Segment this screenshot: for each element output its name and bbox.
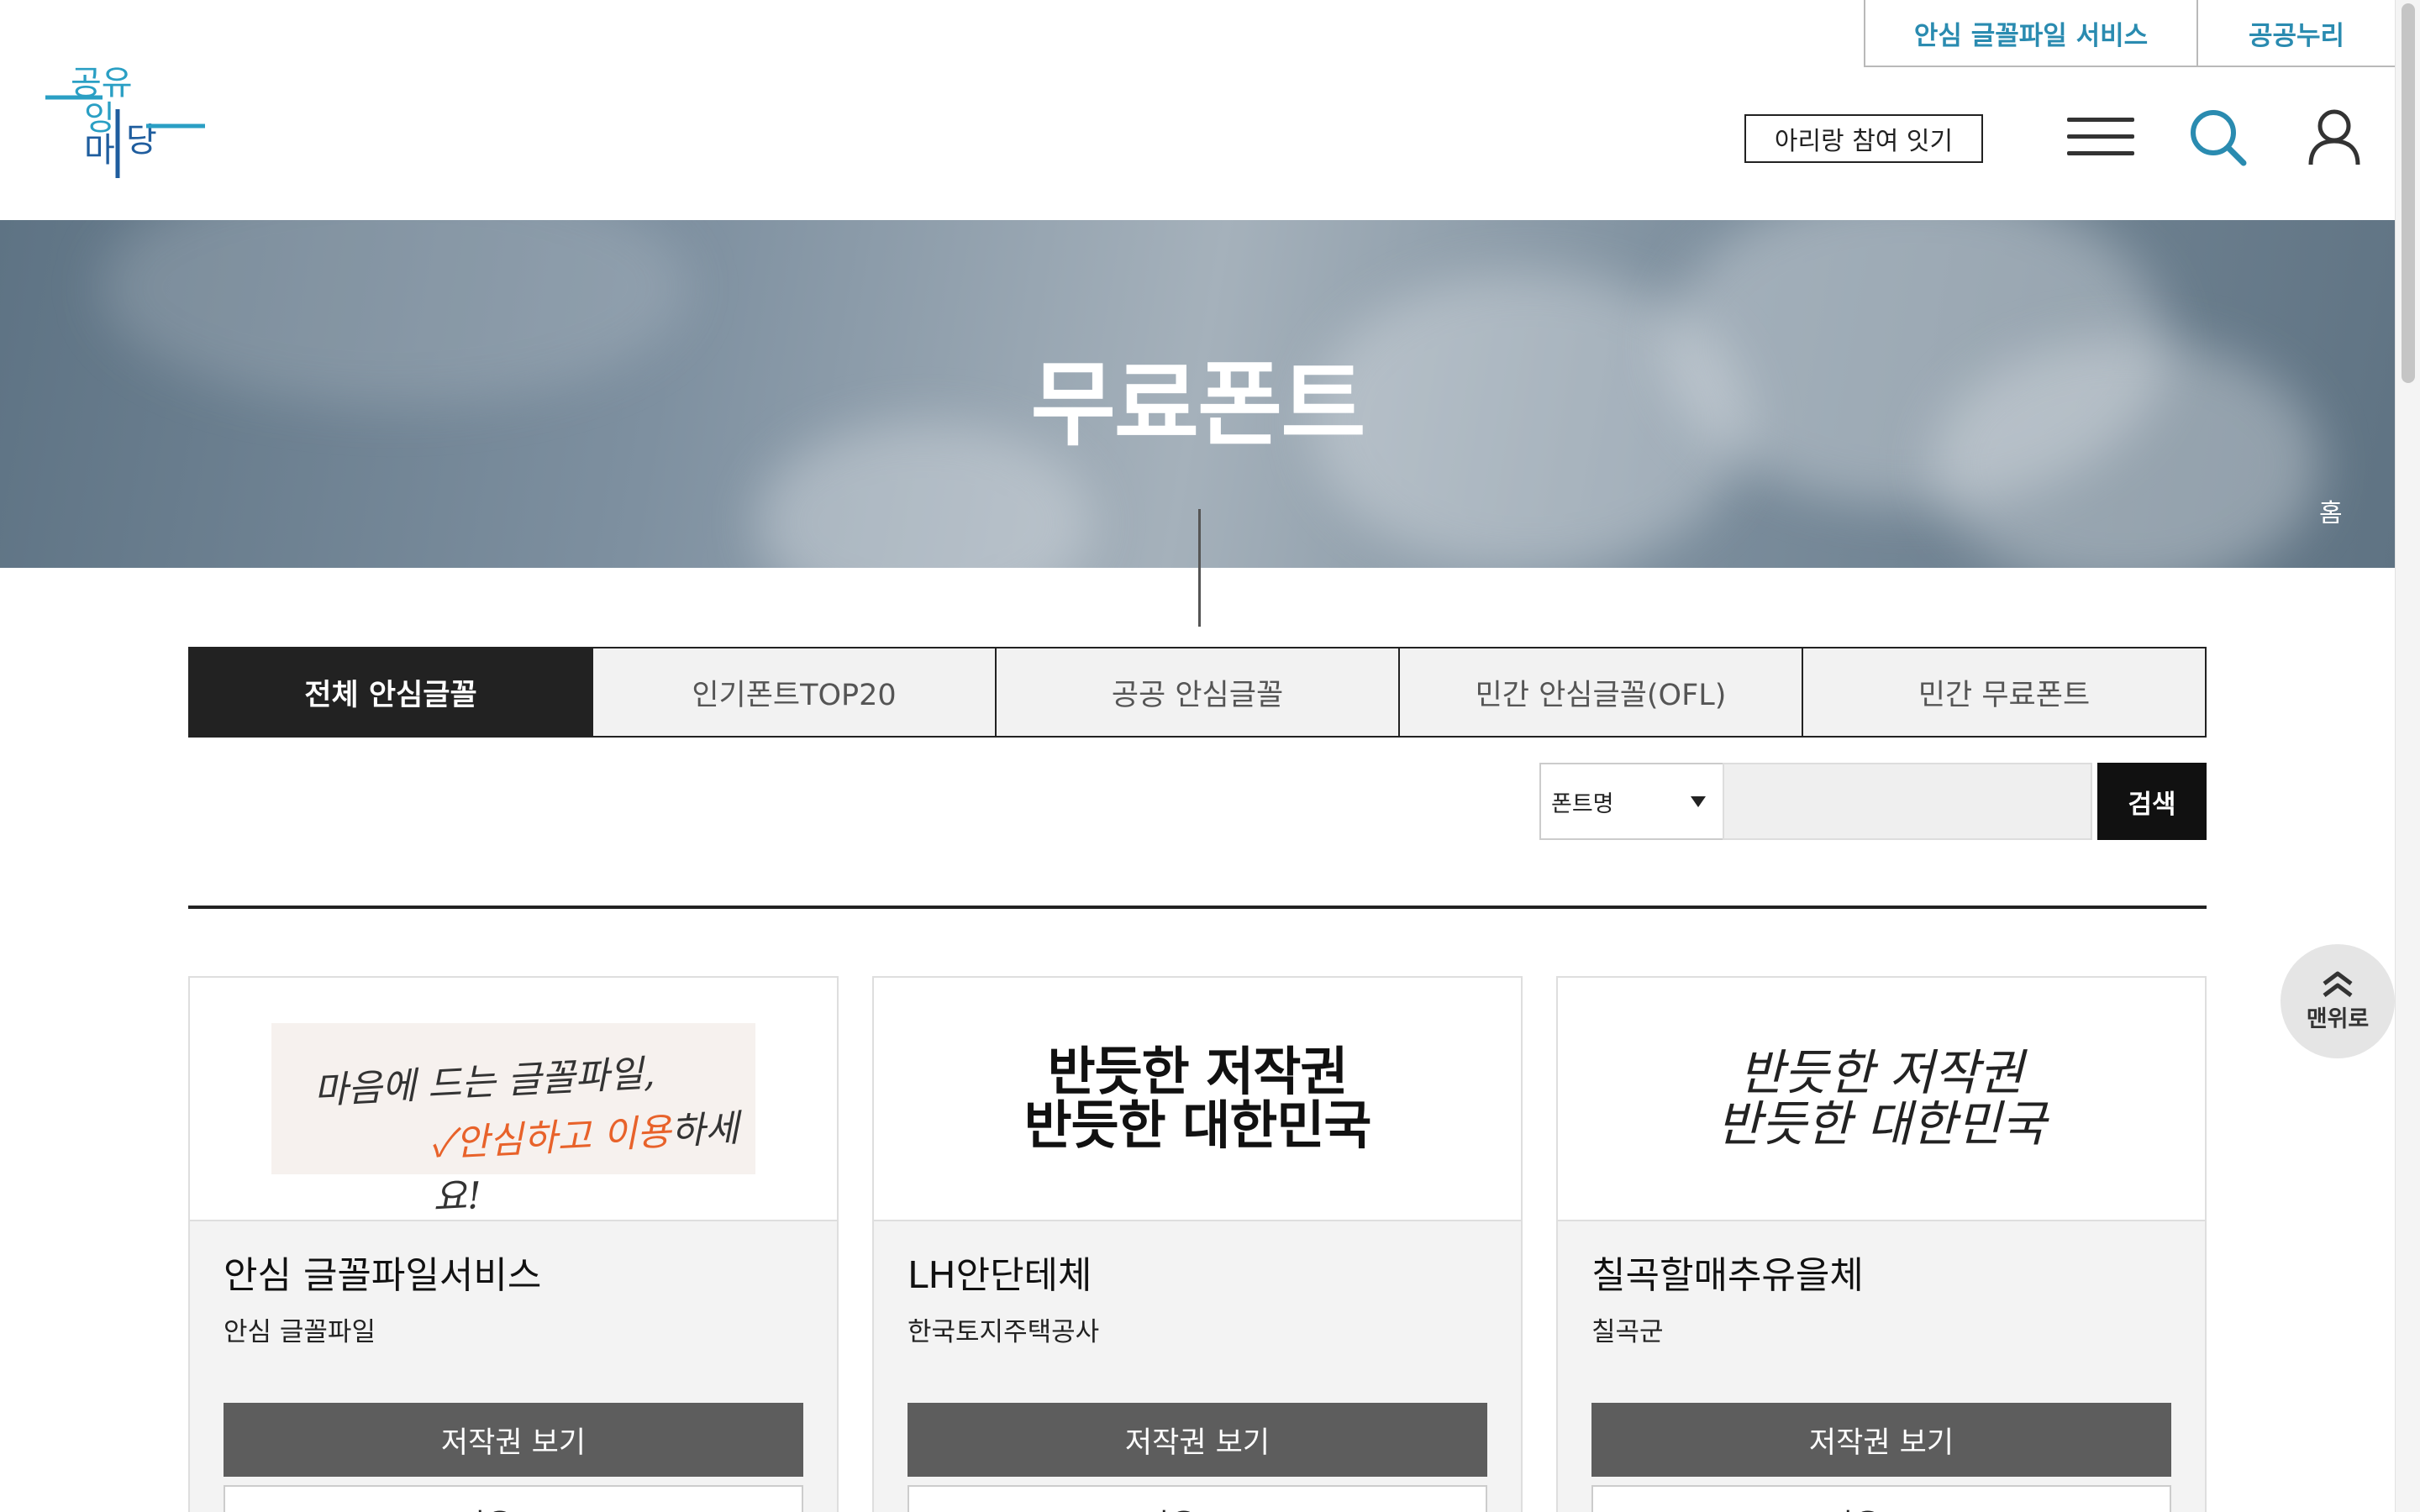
kogl-link[interactable]: 공공누리 (2198, 0, 2395, 66)
preview-line-1: 반듯한 저작권 (1047, 1040, 1349, 1102)
preview-line-2-accent: ✓안심하고 이용 (429, 1110, 672, 1167)
scrollbar-thumb[interactable] (2402, 3, 2415, 383)
site-logo[interactable]: 공유 잉 마 당 (45, 60, 205, 178)
font-preview: 반듯한 저작권 반듯한 대한민국 (1558, 978, 2205, 1221)
scrollbar[interactable] (2395, 0, 2420, 1512)
font-name[interactable]: LH안단테체 (908, 1245, 1092, 1299)
site-header: 공유 잉 마 당 안심 글꼴파일 서비스 공공누리 아리랑 참여 잇기 (0, 0, 2395, 220)
breadcrumb-home[interactable]: 홈 (2319, 492, 2343, 529)
tab-all-safe-fonts[interactable]: 전체 안심글꼴 (190, 648, 593, 736)
tab-public-safe-fonts[interactable]: 공공 안심글꼴 (997, 648, 1400, 736)
arirang-button[interactable]: 아리랑 참여 잇기 (1744, 114, 1983, 163)
svg-text:공유: 공유 (71, 64, 133, 102)
font-preview-text: 반듯한 저작권 반듯한 대한민국 (1023, 1040, 1372, 1156)
preview-line-1: 마음에 드는 글꼴파일, (313, 1052, 656, 1113)
search-icon[interactable] (2188, 108, 2247, 166)
user-icon[interactable] (2307, 108, 2361, 166)
search-input[interactable] (1723, 763, 2092, 840)
hero-banner: 무료폰트 홈 (0, 220, 2395, 568)
svg-text:마: 마 (84, 131, 115, 170)
search-field-select[interactable]: 폰트명 (1539, 763, 1723, 840)
download-button[interactable]: 다운로드 (224, 1485, 803, 1512)
hamburger-menu-icon[interactable] (2067, 116, 2134, 158)
font-preview: 반듯한 저작권 반듯한 대한민국 (874, 978, 1521, 1221)
safe-font-service-link[interactable]: 안심 글꼴파일 서비스 (1865, 0, 2198, 66)
list-divider (188, 906, 2207, 909)
page-title: 무료폰트 (1030, 351, 1366, 459)
font-organization: 안심 글꼴파일 (224, 1317, 376, 1347)
copyright-view-button[interactable]: 저작권 보기 (1591, 1403, 2171, 1477)
search-bar: 폰트명 검색 (1539, 763, 2207, 840)
search-field-select-value: 폰트명 (1551, 790, 1614, 817)
font-preview: 마음에 드는 글꼴파일, ✓안심하고 이용하세요! (190, 978, 837, 1221)
top-links: 안심 글꼴파일 서비스 공공누리 (1864, 0, 2395, 67)
divider-line (1198, 509, 1201, 627)
font-name[interactable]: 칠곡할매추유을체 (1591, 1245, 1864, 1299)
preview-line-2: ✓안심하고 이용하세요! (429, 1097, 758, 1221)
copyright-view-button[interactable]: 저작권 보기 (908, 1403, 1487, 1477)
font-category-tabs: 전체 안심글꼴 인기폰트TOP20 공공 안심글꼴 민간 안심글꼴(OFL) 민… (188, 647, 2207, 738)
font-organization: 한국토지주택공사 (908, 1317, 1100, 1347)
copyright-view-button[interactable]: 저작권 보기 (224, 1403, 803, 1477)
double-chevron-up-icon (2323, 971, 2353, 997)
caret-down-icon (1691, 796, 1706, 807)
font-card[interactable]: 반듯한 저작권 반듯한 대한민국 LH안단테체 한국토지주택공사 저작권 보기 … (872, 976, 1523, 1512)
back-to-top-label: 맨위로 (2306, 1005, 2370, 1032)
font-preview-text: 반듯한 저작권 반듯한 대한민국 (1717, 1047, 2046, 1150)
download-button[interactable]: 다운로드 (908, 1485, 1487, 1512)
font-preview-image: 마음에 드는 글꼴파일, ✓안심하고 이용하세요! (271, 1023, 755, 1220)
preview-line-2: 반듯한 대한민국 (1717, 1095, 2046, 1152)
font-card[interactable]: 반듯한 저작권 반듯한 대한민국 칠곡할매추유을체 칠곡군 저작권 보기 다운로… (1556, 976, 2207, 1512)
search-button[interactable]: 검색 (2097, 763, 2207, 840)
back-to-top-button[interactable]: 맨위로 (2281, 944, 2395, 1058)
font-organization: 칠곡군 (1591, 1317, 1664, 1347)
font-card[interactable]: 마음에 드는 글꼴파일, ✓안심하고 이용하세요! 안심 글꼴파일서비스 안심 … (188, 976, 839, 1512)
tab-popular-top20[interactable]: 인기폰트TOP20 (593, 648, 997, 736)
preview-line-1: 반듯한 저작권 (1739, 1044, 2024, 1102)
font-name[interactable]: 안심 글꼴파일서비스 (224, 1245, 541, 1299)
preview-line-2: 반듯한 대한민국 (1023, 1095, 1372, 1156)
tab-private-free-fonts[interactable]: 민간 무료폰트 (1803, 648, 2205, 736)
tab-private-ofl-fonts[interactable]: 민간 안심글꼴(OFL) (1400, 648, 1803, 736)
download-button[interactable]: 다운로드 (1591, 1485, 2171, 1512)
